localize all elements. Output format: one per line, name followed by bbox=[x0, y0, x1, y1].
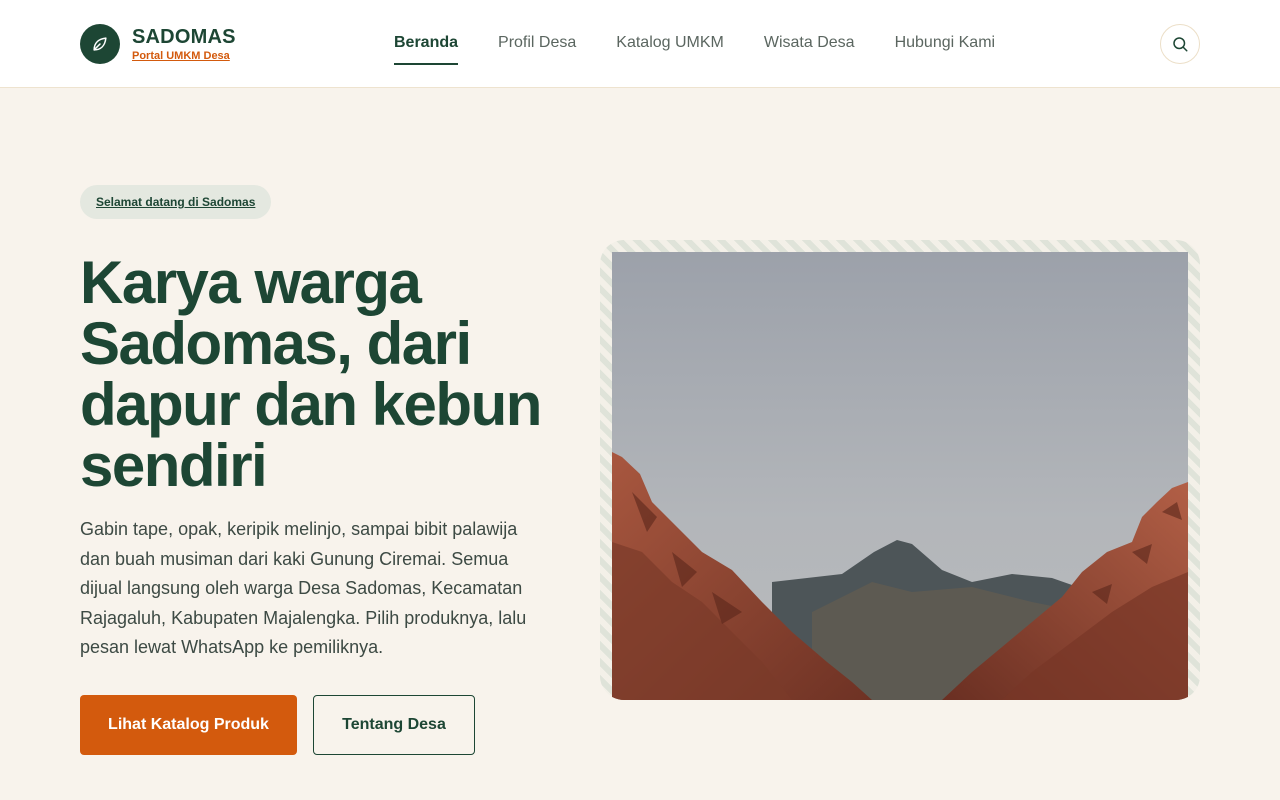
search-icon bbox=[1173, 37, 1188, 52]
nav-item-wisata-desa[interactable]: Wisata Desa bbox=[764, 0, 855, 88]
about-village-button[interactable]: Tentang Desa bbox=[313, 695, 475, 755]
search-button[interactable] bbox=[1160, 24, 1200, 64]
leaf-icon bbox=[80, 24, 120, 64]
hero-image-frame bbox=[600, 240, 1200, 700]
main-nav: Beranda Profil Desa Katalog UMKM Wisata … bbox=[394, 0, 1035, 88]
brand-name: SADOMAS bbox=[132, 26, 236, 48]
catalog-button[interactable]: Lihat Katalog Produk bbox=[80, 695, 297, 755]
nav-item-beranda[interactable]: Beranda bbox=[394, 0, 459, 88]
nav-item-profil-desa[interactable]: Profil Desa bbox=[498, 0, 576, 88]
brand[interactable]: SADOMAS Portal UMKM Desa bbox=[80, 24, 236, 64]
site-header: SADOMAS Portal UMKM Desa Beranda Profil … bbox=[0, 0, 1280, 88]
nav-item-hubungi-kami[interactable]: Hubungi Kami bbox=[895, 0, 996, 88]
brand-subtitle[interactable]: Portal UMKM Desa bbox=[132, 49, 236, 63]
hero-description: Gabin tape, opak, keripik melinjo, sampa… bbox=[80, 519, 527, 657]
nav-item-katalog-umkm[interactable]: Katalog UMKM bbox=[616, 0, 724, 88]
hero-headline: Karya warga Sadomas, dari dapur dan kebu… bbox=[80, 249, 542, 499]
hero-photo bbox=[612, 252, 1188, 700]
welcome-badge[interactable]: Selamat datang di Sadomas bbox=[80, 185, 272, 219]
